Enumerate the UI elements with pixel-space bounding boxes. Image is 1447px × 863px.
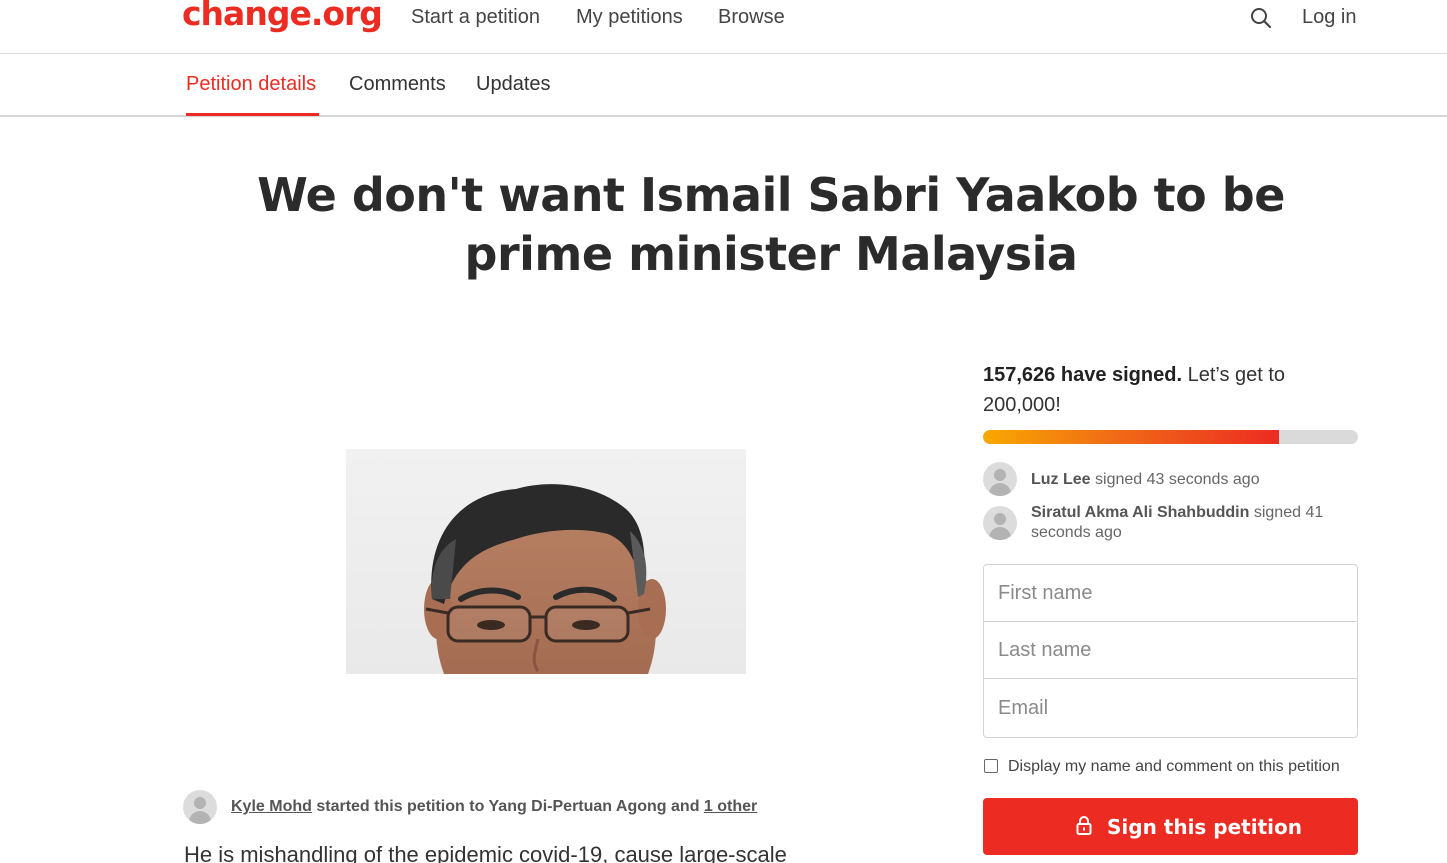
starter-description: started this petition to Yang Di-Pertuan… [316,798,700,815]
active-tab-indicator [186,113,319,116]
other-targets-link[interactable]: 1 other [704,798,757,815]
login-link[interactable]: Log in [1302,6,1357,29]
signature-count-bold: 157,626 have signed. [983,364,1183,386]
nav-my-petitions[interactable]: My petitions [576,6,683,29]
sign-petition-button[interactable]: Sign this petition [983,798,1358,855]
first-name-field[interactable] [984,565,1357,622]
starter-name-link[interactable]: Kyle Mohd [231,798,312,815]
top-navigation-bar: change.org Start a petition My petitions… [0,0,1447,54]
email-field[interactable] [984,679,1357,737]
petition-title: We don't want Ismail Sabri Yaakob to be … [257,168,1285,281]
petition-tabs: Petition details Comments Updates [0,54,1447,117]
display-name-label[interactable]: Display my name and comment on this peti… [1008,758,1340,776]
sign-form [983,564,1358,738]
signer-name: Siratul Akma Ali Shahbuddin [1031,504,1250,521]
starter-line: Kyle Mohd started this petition to Yang … [231,798,757,816]
signer-name: Luz Lee [1031,471,1091,488]
petition-body-excerpt: He is mishandling of the epidemic covid-… [184,842,787,863]
nav-start-petition[interactable]: Start a petition [411,6,540,29]
change-org-logo[interactable]: change.org [182,0,383,33]
starter-avatar [183,790,217,824]
signer-line: Luz Lee signed 43 seconds ago [1031,470,1260,490]
signature-count: 157,626 have signed. Let’s get to 200,00… [983,360,1358,420]
petition-starter: Kyle Mohd started this petition to Yang … [183,790,883,824]
tab-updates[interactable]: Updates [476,73,551,96]
tab-petition-details[interactable]: Petition details [186,73,316,96]
signature-progress-bar [983,430,1358,444]
signer-avatar [983,462,1017,496]
nav-browse[interactable]: Browse [718,6,785,29]
signer-time: signed 43 seconds ago [1095,471,1260,488]
sign-button-label: Sign this petition [1107,815,1302,839]
signer-line: Siratul Akma Ali Shahbuddin signed 41 se… [1031,503,1331,543]
display-name-checkbox[interactable] [984,759,998,773]
search-icon[interactable] [1249,6,1273,30]
lock-icon [1076,816,1092,835]
display-name-option: Display my name and comment on this peti… [983,757,1363,779]
petition-photo [346,449,746,674]
signer-avatar [983,506,1017,540]
progress-fill [983,430,1279,444]
last-name-field[interactable] [984,622,1357,679]
tab-comments[interactable]: Comments [349,73,446,96]
